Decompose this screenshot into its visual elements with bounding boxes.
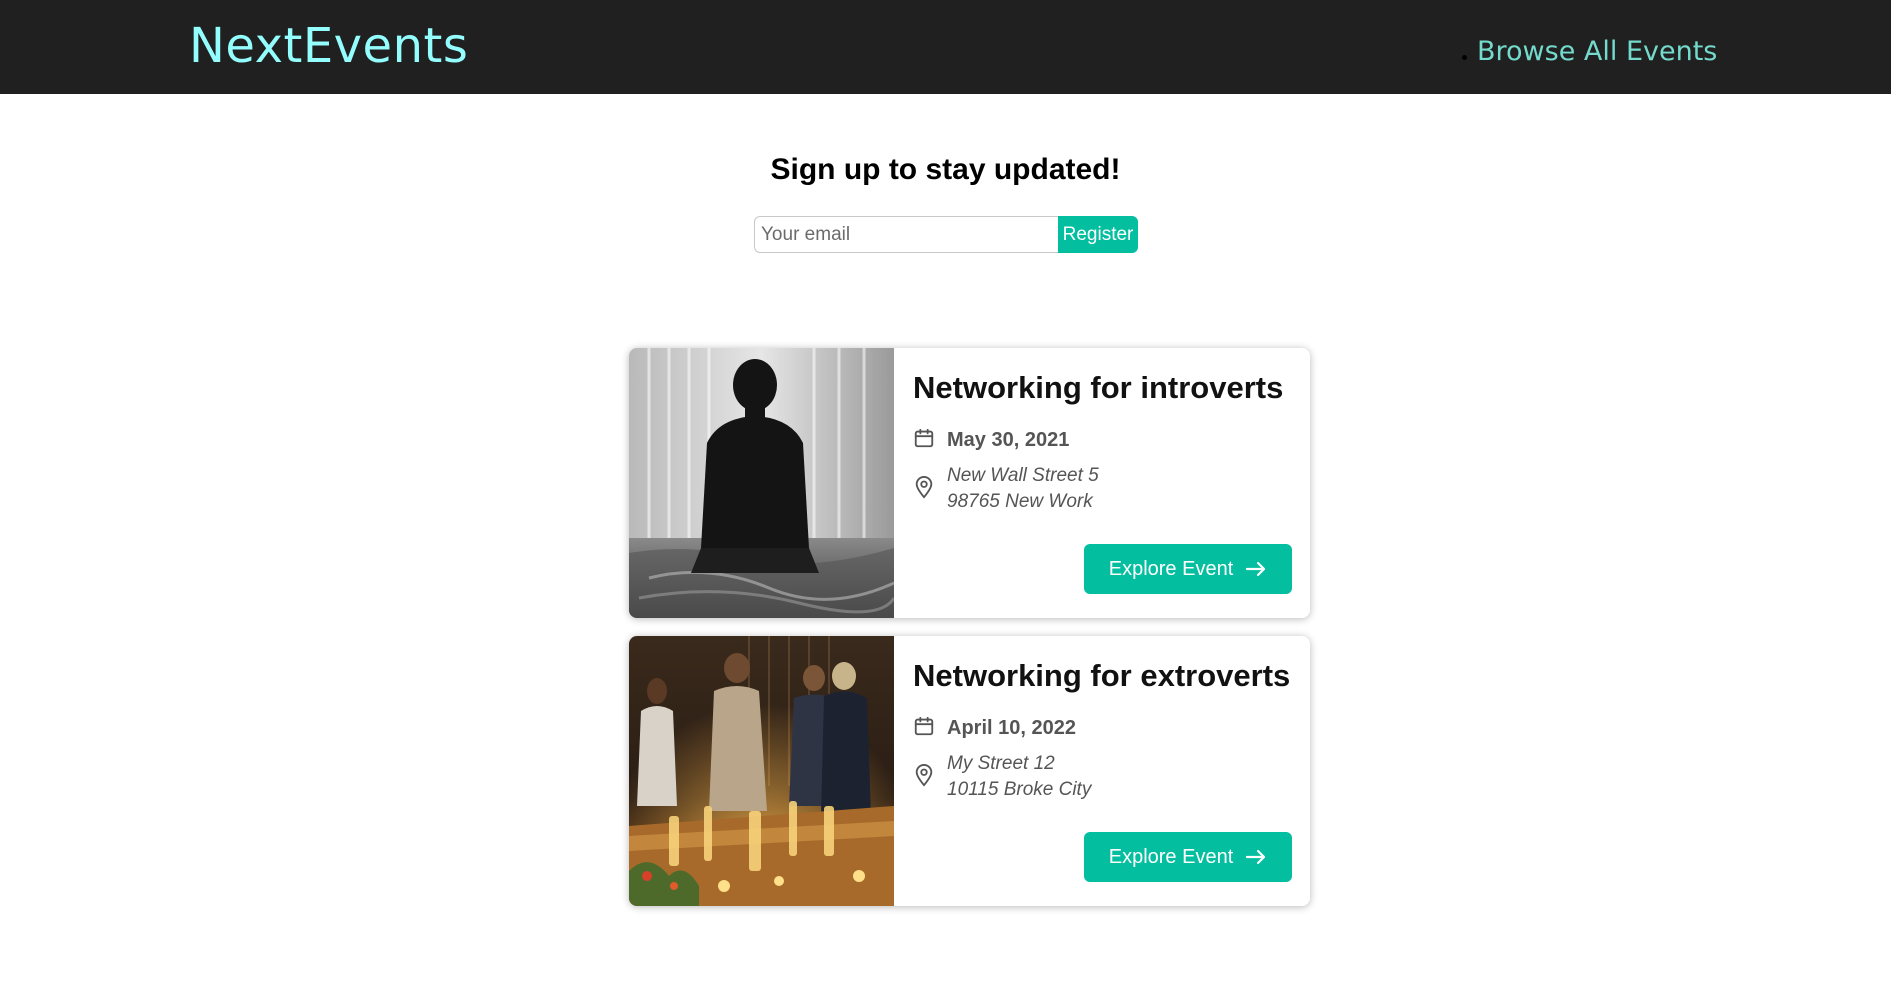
event-address-row: New Wall Street 5 98765 New Work [913, 463, 1099, 515]
main-nav: Browse All Events [1462, 36, 1717, 67]
nav-bullet [1462, 55, 1467, 60]
event-image [629, 348, 894, 618]
event-image [629, 636, 894, 906]
event-card: Networking for introverts May 30, 2021 N… [629, 348, 1310, 618]
calendar-icon [913, 715, 935, 742]
signup-form: Register [754, 216, 1138, 253]
event-address: New Wall Street 5 98765 New Work [947, 463, 1099, 515]
explore-event-button[interactable]: Explore Event [1084, 832, 1292, 882]
arrow-right-icon [1245, 561, 1267, 577]
event-date: May 30, 2021 [947, 429, 1070, 451]
event-title: Networking for extroverts [913, 658, 1291, 693]
explore-event-label: Explore Event [1108, 845, 1234, 868]
event-title: Networking for introverts [913, 370, 1284, 405]
logo-link[interactable]: NextEvents [189, 18, 468, 74]
signup-title: Sign up to stay updated! [770, 153, 1121, 186]
event-card: Networking for extroverts April 10, 2022… [629, 636, 1310, 906]
event-address: My Street 12 10115 Broke City [947, 751, 1091, 803]
browse-all-events-link[interactable]: Browse All Events [1477, 36, 1717, 67]
location-pin-icon [913, 475, 935, 504]
address-line-2: 10115 Broke City [947, 779, 1092, 800]
event-date-row: May 30, 2021 [913, 427, 1069, 454]
explore-event-label: Explore Event [1108, 557, 1234, 580]
register-button[interactable]: Register [1058, 216, 1138, 253]
location-pin-icon [913, 763, 935, 792]
event-address-row: My Street 12 10115 Broke City [913, 751, 1091, 803]
event-date-row: April 10, 2022 [913, 715, 1076, 742]
email-input[interactable] [754, 216, 1058, 253]
address-line-1: My Street 12 [947, 753, 1055, 774]
calendar-icon [913, 427, 935, 454]
event-date: April 10, 2022 [947, 717, 1076, 739]
site-header: NextEvents Browse All Events [0, 0, 1891, 94]
address-line-2: 98765 New Work [947, 491, 1093, 512]
address-line-1: New Wall Street 5 [947, 465, 1099, 486]
arrow-right-icon [1245, 849, 1267, 865]
explore-event-button[interactable]: Explore Event [1084, 544, 1292, 594]
